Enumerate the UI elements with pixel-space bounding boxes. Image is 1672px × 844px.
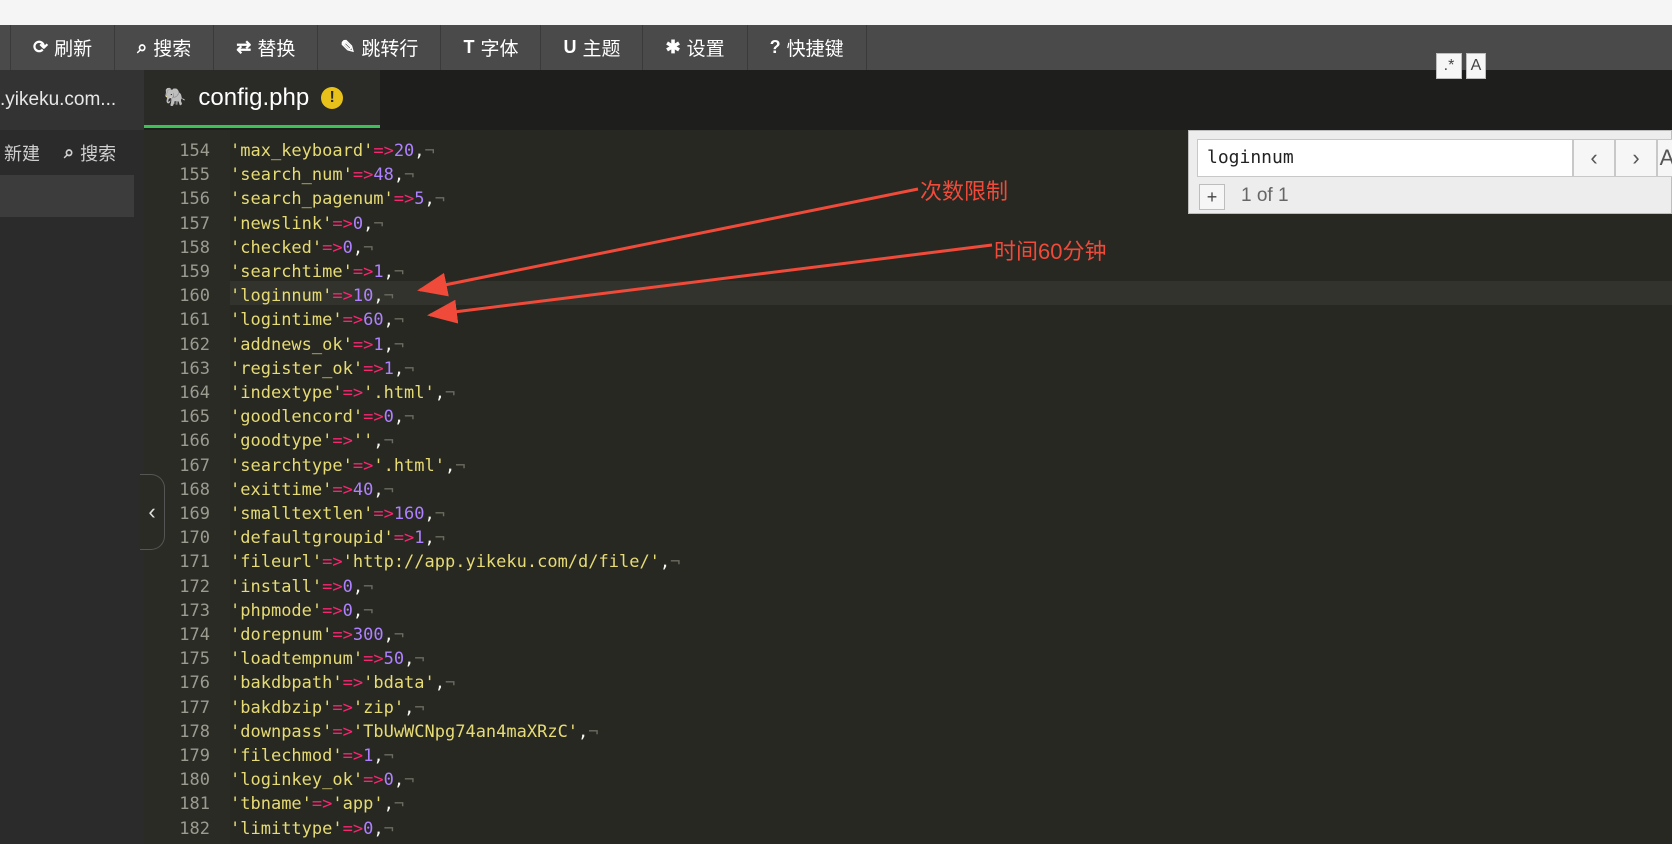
arrow-to-logintime	[427, 243, 993, 324]
arrow-to-loginnum	[417, 187, 919, 297]
annotation-arrows	[417, 187, 993, 324]
